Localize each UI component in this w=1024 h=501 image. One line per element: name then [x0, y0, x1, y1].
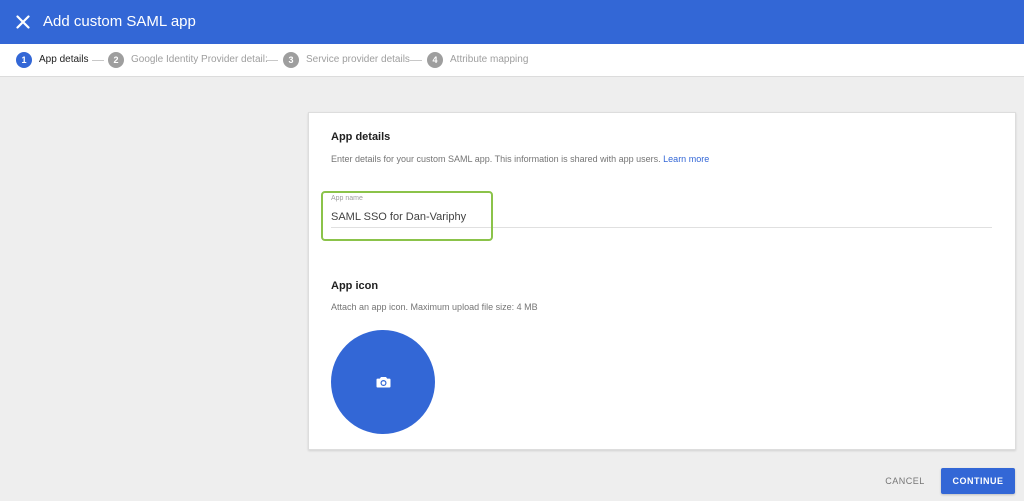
description-text: Enter details for your custom SAML app. … — [331, 154, 661, 164]
app-name-input[interactable] — [331, 207, 992, 227]
app-icon-description: Attach an app icon. Maximum upload file … — [331, 302, 538, 312]
step-label: Google Identity Provider detail: — [131, 54, 268, 65]
step-divider — [92, 60, 104, 61]
step-app-details[interactable]: 1 App details — [16, 52, 88, 68]
field-underline — [331, 227, 992, 228]
app-header: Add custom SAML app — [0, 0, 1024, 44]
step-google-idp-details[interactable]: 2 Google Identity Provider detail: — [108, 52, 268, 68]
camera-icon — [376, 377, 390, 388]
app-details-card: App details Enter details for your custo… — [308, 112, 1016, 450]
step-service-provider-details[interactable]: 3 Service provider details — [283, 52, 410, 68]
step-label: Service provider details — [306, 54, 410, 65]
step-number: 3 — [283, 52, 299, 68]
step-divider — [266, 60, 278, 61]
step-number: 4 — [427, 52, 443, 68]
app-details-heading: App details — [331, 131, 391, 143]
step-label: App details — [39, 54, 89, 65]
app-details-description: Enter details for your custom SAML app. … — [331, 153, 709, 165]
app-name-label: App name — [331, 195, 363, 202]
step-number: 2 — [108, 52, 124, 68]
step-number: 1 — [16, 52, 32, 68]
continue-button[interactable]: CONTINUE — [941, 468, 1015, 494]
step-divider — [410, 60, 422, 61]
app-icon-heading: App icon — [331, 280, 379, 292]
step-attribute-mapping[interactable]: 4 Attribute mapping — [427, 52, 528, 68]
app-name-field: App name — [331, 194, 992, 228]
stepper: 1 App details 2 Google Identity Provider… — [0, 44, 1024, 77]
step-label: Attribute mapping — [450, 54, 529, 65]
upload-icon-button[interactable] — [331, 330, 435, 434]
learn-more-link[interactable]: Learn more — [663, 154, 709, 164]
page-title: Add custom SAML app — [43, 13, 196, 30]
close-icon — [16, 15, 30, 29]
close-button[interactable] — [12, 11, 34, 33]
cancel-button[interactable]: CANCEL — [876, 470, 934, 492]
